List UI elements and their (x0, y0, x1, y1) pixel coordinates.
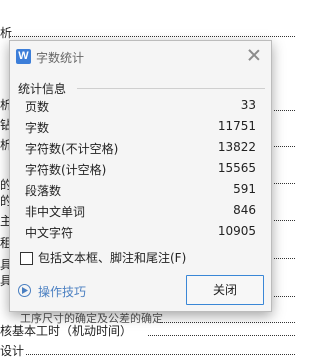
stat-row-chinese-chars: 中文字符 10905 (25, 224, 256, 244)
play-circle-icon[interactable] (18, 284, 31, 297)
stat-label: 中文字符 (25, 226, 74, 240)
doc-fragment: 析 (0, 26, 13, 40)
dialog-titlebar[interactable]: W 字数统计 (10, 41, 271, 72)
tips-link[interactable]: 操作技巧 (38, 283, 86, 300)
doc-leader-dots (10, 36, 295, 38)
stat-label: 页数 (25, 100, 50, 114)
doc-leader-dots (26, 354, 295, 356)
stat-value: 15565 (217, 161, 256, 175)
include-textbox-label[interactable]: 包括文本框、脚注和尾注(F) (38, 249, 186, 266)
word-count-dialog: W 字数统计 统计信息 页数 33 字数 11751 字符数(不计空格) 138… (9, 40, 272, 312)
stat-label: 字符数(不计空格) (25, 142, 119, 156)
stat-value: 33 (240, 98, 256, 112)
stat-row-words: 字数 11751 (25, 119, 256, 139)
doc-leader-dots (148, 335, 295, 337)
wps-writer-icon: W (16, 49, 31, 64)
doc-leader-dots (274, 110, 295, 112)
section-title: 统计信息 (18, 82, 67, 96)
dialog-title: 字数统计 (36, 51, 85, 65)
doc-leader-dots (274, 258, 295, 260)
stat-value: 11751 (217, 119, 256, 133)
stat-row-pages: 页数 33 (25, 98, 256, 118)
stat-label: 非中文单词 (25, 205, 86, 219)
doc-leader-dots (274, 296, 295, 298)
stat-row-chars-no-spaces: 字符数(不计空格) 13822 (25, 140, 256, 160)
close-button[interactable]: 关闭 (186, 275, 264, 305)
stat-row-paragraphs: 段落数 591 (25, 182, 256, 202)
doc-line: 设计 (0, 344, 25, 358)
stat-value: 13822 (217, 140, 256, 154)
stat-value: 10905 (217, 224, 256, 238)
stat-label: 段落数 (25, 184, 62, 198)
include-textbox-checkbox[interactable] (20, 252, 33, 265)
stat-label: 字数 (25, 121, 50, 135)
close-icon[interactable] (247, 48, 261, 62)
section-divider (77, 88, 265, 89)
stat-value: 591 (233, 182, 256, 196)
doc-leader-dots (160, 322, 295, 324)
doc-leader-dots (274, 146, 295, 148)
stat-value: 846 (233, 203, 256, 217)
stat-row-non-chinese-words: 非中文单词 846 (25, 203, 256, 223)
stat-label: 字符数(计空格) (25, 163, 107, 177)
stat-row-chars-with-spaces: 字符数(计空格) 15565 (25, 161, 256, 181)
doc-leader-dots (274, 183, 295, 185)
doc-leader-dots (274, 220, 295, 222)
doc-line: 核基本工时（机动时间） (0, 324, 133, 338)
